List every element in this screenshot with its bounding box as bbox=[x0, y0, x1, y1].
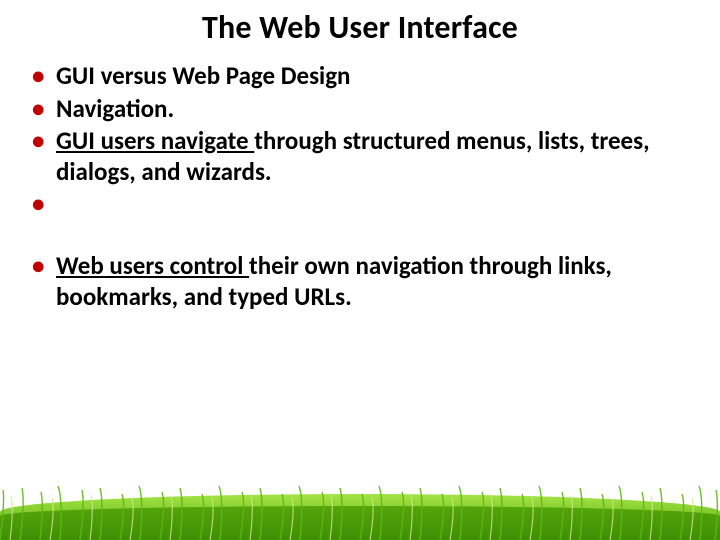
bullet-item: GUI versus Web Page Design bbox=[28, 61, 696, 92]
slide-title: The Web User Interface bbox=[24, 8, 696, 47]
bullet-item: GUI users navigate through structured me… bbox=[28, 126, 696, 187]
bullet-list: Web users control their own navigation t… bbox=[24, 251, 696, 312]
bullet-text: Navigation. bbox=[56, 93, 174, 124]
slide: The Web User Interface GUI versus Web Pa… bbox=[0, 0, 720, 540]
bullet-item-empty bbox=[28, 189, 696, 219]
bullet-text: GUI versus Web Page Design bbox=[56, 60, 350, 91]
bullet-item: Navigation. bbox=[28, 94, 696, 125]
grass-decoration bbox=[0, 460, 720, 540]
bullet-underlined-phrase: GUI users navigate bbox=[56, 125, 254, 156]
bullet-list: GUI versus Web Page Design Navigation. G… bbox=[24, 61, 696, 219]
spacer bbox=[24, 221, 696, 251]
bullet-item: Web users control their own navigation t… bbox=[28, 251, 696, 312]
bullet-underlined-phrase: Web users control bbox=[56, 250, 249, 281]
